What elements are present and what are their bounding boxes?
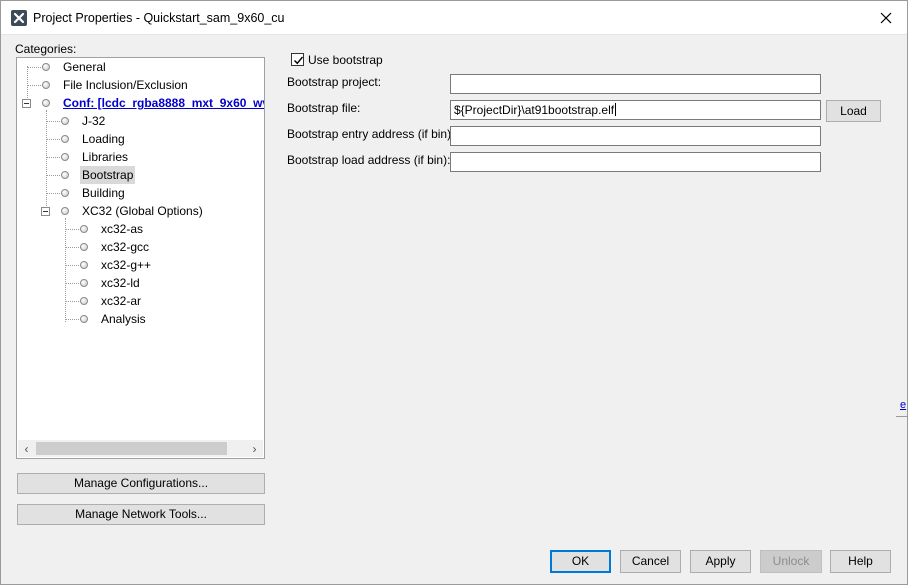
circle-node-icon [80,243,88,251]
tree-guide-line [46,110,47,214]
bootstrap-file-field[interactable]: ${ProjectDir}\at91bootstrap.elf [450,100,821,120]
tree-horizontal-scrollbar[interactable]: ‹ › [18,440,263,457]
circle-node-icon [61,135,69,143]
categories-label: Categories: [15,42,77,56]
circle-node-icon [80,225,88,233]
manage-network-tools-button[interactable]: Manage Network Tools... [17,504,265,525]
apply-button[interactable]: Apply [690,550,751,573]
circle-node-icon [42,63,50,71]
collapse-minus-icon[interactable] [22,99,31,108]
tree-item-label: XC32 (Global Options) [82,204,203,218]
bootstrap-entry-address-label: Bootstrap entry address (if bin): [287,127,455,141]
bootstrap-file-label: Bootstrap file: [287,101,361,115]
circle-node-icon [61,189,69,197]
tree-item-label: Conf: [lcdc_rgba8888_mxt_9x60_wv [63,96,265,110]
cancel-button[interactable]: Cancel [620,550,681,573]
chevron-left-icon[interactable]: ‹ [18,440,35,457]
scrollbar-thumb[interactable] [36,442,227,455]
bootstrap-entry-address-field[interactable] [450,126,821,146]
bootstrap-load-address-field[interactable] [450,152,821,172]
tree-item-label: Analysis [101,312,146,326]
load-button[interactable]: Load [826,100,881,122]
circle-node-icon [80,297,88,305]
bootstrap-project-field[interactable] [450,74,821,94]
background-divider [896,416,908,417]
circle-node-icon [42,99,50,107]
circle-node-icon [80,315,88,323]
tree-item-label: File Inclusion/Exclusion [63,78,188,92]
background-link-fragment: e [900,399,907,411]
use-bootstrap-label[interactable]: Use bootstrap [308,53,383,67]
use-bootstrap-checkbox[interactable] [291,53,304,66]
close-button[interactable] [871,6,901,30]
netbeans-x-icon [11,10,27,26]
tree-item-label: xc32-as [101,222,144,236]
tree-item-label: xc32-g++ [101,258,152,272]
categories-tree[interactable]: General File Inclusion/Exclusion Conf: [… [16,57,265,459]
bootstrap-load-address-label: Bootstrap load address (if bin): [287,153,451,167]
collapse-minus-icon[interactable] [41,207,50,216]
tree-guide-line [65,218,66,322]
close-icon [880,12,892,24]
circle-node-icon [80,279,88,287]
unlock-button: Unlock [760,550,822,573]
tree-item-label: xc32-ld [101,276,140,290]
tree-item-label: Building [82,186,125,200]
circle-node-icon [61,171,69,179]
circle-node-icon [61,153,69,161]
ok-button[interactable]: OK [550,550,611,573]
circle-node-icon [61,207,69,215]
tree-item-label: xc32-gcc [101,240,150,254]
tree-item-label: General [63,60,106,74]
bootstrap-project-label: Bootstrap project: [287,75,382,89]
circle-node-icon [80,261,88,269]
bootstrap-file-value: ${ProjectDir}\at91bootstrap.elf [454,103,615,117]
project-properties-dialog: Project Properties - Quickstart_sam_9x60… [0,0,908,585]
window-title: Project Properties - Quickstart_sam_9x60… [33,11,285,25]
title-bar: Project Properties - Quickstart_sam_9x60… [1,1,907,35]
help-button[interactable]: Help [830,550,891,573]
text-caret [615,103,617,116]
tree-item-label: Bootstrap [80,166,136,184]
circle-node-icon [42,81,50,89]
tree-item-label: Libraries [82,150,129,164]
tree-item-label: xc32-ar [101,294,142,308]
tree-item-label: J-32 [82,114,106,128]
check-icon [294,56,304,65]
chevron-right-icon[interactable]: › [246,440,263,457]
circle-node-icon [61,117,69,125]
manage-configurations-button[interactable]: Manage Configurations... [17,473,265,494]
tree-item-label: Loading [82,132,125,146]
